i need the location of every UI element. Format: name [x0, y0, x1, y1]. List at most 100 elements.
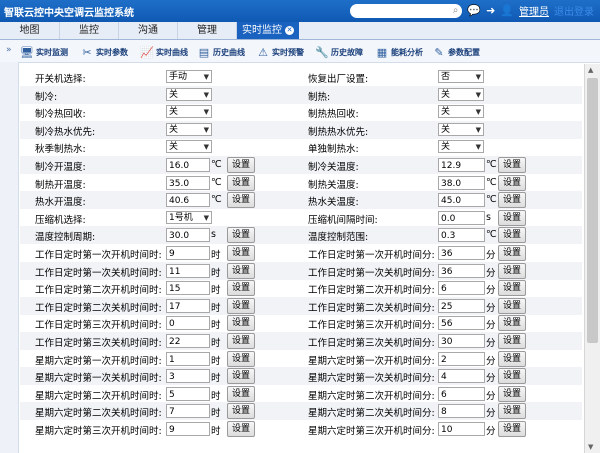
- admin-link[interactable]: 管理员: [519, 3, 549, 18]
- set-button[interactable]: 设置: [227, 297, 255, 314]
- set-button[interactable]: 设置: [498, 227, 526, 244]
- collapse-icon[interactable]: »: [6, 45, 12, 55]
- set-button[interactable]: 设置: [498, 333, 526, 349]
- field-select[interactable]: 否 ▼: [438, 70, 484, 83]
- exit-icon[interactable]: ➜: [486, 4, 495, 17]
- chat-icon[interactable]: 💬: [467, 4, 481, 17]
- tab-map[interactable]: 地图: [0, 22, 60, 39]
- tool-energy-analysis[interactable]: ▦ 能耗分析: [375, 44, 423, 60]
- field-input[interactable]: 16.0: [166, 158, 210, 172]
- field-select[interactable]: 关 ▼: [438, 105, 484, 119]
- set-button[interactable]: 设置: [227, 421, 255, 437]
- set-button[interactable]: 设置: [227, 157, 255, 173]
- set-button[interactable]: 设置: [498, 297, 526, 314]
- field-select[interactable]: 关 ▼: [166, 105, 212, 119]
- tools-icon: ✂: [82, 45, 92, 59]
- field-input[interactable]: 0: [166, 316, 210, 331]
- field-input[interactable]: 3: [166, 369, 210, 384]
- set-button[interactable]: 设置: [498, 350, 526, 367]
- field-input[interactable]: 36: [438, 263, 485, 278]
- field-select[interactable]: 关 ▼: [166, 140, 212, 154]
- tab-management[interactable]: 管理: [178, 22, 237, 39]
- set-button[interactable]: 设置: [498, 192, 526, 209]
- field-input[interactable]: 40.6: [166, 193, 210, 208]
- field-input[interactable]: 8: [438, 404, 485, 419]
- field-select[interactable]: 关 ▼: [166, 122, 212, 136]
- vertical-scrollbar[interactable]: ▲ ▼: [584, 64, 600, 453]
- set-button[interactable]: 设置: [498, 157, 526, 173]
- field-input[interactable]: 45.0: [438, 193, 485, 208]
- set-button[interactable]: 设置: [498, 280, 526, 297]
- field-input[interactable]: 56: [438, 316, 485, 331]
- logout-link[interactable]: 退出登录: [554, 3, 594, 18]
- field-select[interactable]: 1号机 ▼: [166, 210, 212, 224]
- tab-monitor[interactable]: 监控: [60, 22, 119, 39]
- set-button[interactable]: 设置: [227, 174, 255, 191]
- tool-realtime-params[interactable]: ✂ 实时参数: [80, 44, 128, 60]
- field-input[interactable]: 9: [166, 422, 210, 436]
- field-input[interactable]: 10: [438, 422, 485, 436]
- field-select[interactable]: 关 ▼: [166, 87, 212, 101]
- field-input[interactable]: 2: [438, 351, 485, 366]
- field-input[interactable]: 25: [438, 298, 485, 313]
- set-button[interactable]: 设置: [227, 280, 255, 297]
- set-button[interactable]: 设置: [498, 385, 526, 402]
- tab-communication[interactable]: 沟通: [119, 22, 178, 39]
- set-button[interactable]: 设置: [227, 385, 255, 402]
- field-input[interactable]: 9: [166, 246, 210, 260]
- field-input[interactable]: 0.0: [438, 210, 485, 225]
- field-input[interactable]: 30: [438, 334, 485, 348]
- scroll-down-icon[interactable]: ▼: [588, 443, 593, 451]
- set-button[interactable]: 设置: [498, 315, 526, 332]
- tool-realtime-curve[interactable]: 📈 实时曲线: [140, 44, 188, 60]
- set-button[interactable]: 设置: [227, 403, 255, 420]
- tool-history-curve[interactable]: ▤ 历史曲线: [197, 44, 245, 60]
- set-button[interactable]: 设置: [498, 245, 526, 261]
- field-select[interactable]: 关 ▼: [438, 87, 484, 101]
- set-button[interactable]: 设置: [227, 368, 255, 385]
- search-input[interactable]: ⌕: [350, 3, 463, 18]
- field-select[interactable]: 关 ▼: [438, 140, 484, 154]
- field-input[interactable]: 12.9: [438, 158, 485, 172]
- tool-param-config[interactable]: ✎ 参数配置: [432, 44, 480, 60]
- field-select[interactable]: 手动 ▼: [166, 70, 212, 83]
- field-unit: 时: [211, 338, 221, 349]
- set-button[interactable]: 设置: [227, 350, 255, 367]
- field-input[interactable]: 22: [166, 334, 210, 348]
- set-button[interactable]: 设置: [498, 174, 526, 191]
- set-button[interactable]: 设置: [227, 245, 255, 261]
- set-button[interactable]: 设置: [498, 209, 526, 226]
- tool-realtime-warning[interactable]: ⚠ 实时预警: [256, 44, 304, 60]
- field-input[interactable]: 6: [438, 386, 485, 401]
- set-button[interactable]: 设置: [227, 227, 255, 244]
- field-input[interactable]: 17: [166, 298, 210, 313]
- field-select[interactable]: 关 ▼: [438, 122, 484, 136]
- tool-history-fault[interactable]: 🔧 历史故障: [315, 44, 363, 60]
- field-input[interactable]: 11: [166, 263, 210, 278]
- field-input[interactable]: 7: [166, 404, 210, 419]
- set-button[interactable]: 设置: [227, 192, 255, 209]
- field-input[interactable]: 38.0: [438, 175, 485, 190]
- set-button[interactable]: 设置: [498, 403, 526, 420]
- set-button[interactable]: 设置: [227, 315, 255, 332]
- scroll-up-icon[interactable]: ▲: [588, 66, 593, 74]
- field-input[interactable]: 4: [438, 369, 485, 384]
- search-icon[interactable]: ⌕: [453, 5, 459, 16]
- close-tab-icon[interactable]: ✕: [285, 25, 294, 35]
- tab-realtime-monitor[interactable]: 实时监控 ✕: [237, 22, 299, 39]
- set-button[interactable]: 设置: [227, 333, 255, 349]
- scrollbar-thumb[interactable]: [587, 78, 598, 343]
- field-input[interactable]: 35.0: [166, 175, 210, 190]
- set-button[interactable]: 设置: [227, 262, 255, 279]
- set-button[interactable]: 设置: [498, 368, 526, 385]
- tool-realtime-monitoring[interactable]: 🖥 实时监测: [20, 44, 68, 60]
- field-input[interactable]: 36: [438, 246, 485, 260]
- field-input[interactable]: 6: [438, 281, 485, 296]
- field-input[interactable]: 30.0: [166, 228, 210, 243]
- field-input[interactable]: 5: [166, 386, 210, 401]
- field-input[interactable]: 1: [166, 351, 210, 366]
- field-input[interactable]: 15: [166, 281, 210, 296]
- set-button[interactable]: 设置: [498, 262, 526, 279]
- field-input[interactable]: 0.3: [438, 228, 485, 243]
- set-button[interactable]: 设置: [498, 421, 526, 437]
